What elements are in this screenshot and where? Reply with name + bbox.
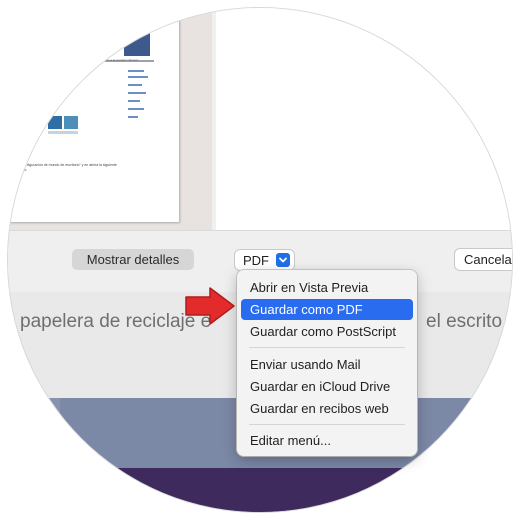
background-band-dark <box>8 468 512 512</box>
menu-item-save-icloud[interactable]: Guardar en iCloud Drive <box>241 376 413 397</box>
thumbnail-image-caption <box>48 131 78 134</box>
thumbnail-image <box>64 116 78 129</box>
menu-separator <box>249 424 405 425</box>
thumb-line <box>128 108 144 110</box>
thumb-line <box>128 100 140 102</box>
red-arrow-icon <box>185 287 235 325</box>
menu-item-save-as-postscript[interactable]: Guardar como PostScript <box>241 321 413 342</box>
menu-separator <box>249 347 405 348</box>
menu-item-save-as-pdf[interactable]: Guardar como PDF <box>241 299 413 320</box>
pdf-button-label: PDF <box>243 252 269 268</box>
thumb-line <box>128 92 146 94</box>
preview-area <box>216 8 512 230</box>
thumb-text: rida: <box>20 168 27 172</box>
thumb-line <box>128 70 144 72</box>
cancel-button[interactable]: Cancela <box>455 249 512 270</box>
menu-item-send-mail[interactable]: Enviar usando Mail <box>241 354 413 375</box>
thumb-line <box>128 116 138 118</box>
pdf-dropdown-menu: Abrir en Vista Previa Guardar como PDF G… <box>237 270 417 456</box>
thumbnail-text-1: fhes a la sección "Temas": <box>104 58 139 62</box>
thumbnail-text-2: "Configuración de mundo de escritorio" y… <box>20 163 170 173</box>
show-details-button[interactable]: Mostrar detalles <box>72 249 194 270</box>
thumbnail-image <box>48 116 62 129</box>
thumb-text: "Configuración de mundo de escritorio" y… <box>20 163 117 167</box>
thumb-line <box>128 76 148 78</box>
menu-item-open-preview[interactable]: Abrir en Vista Previa <box>241 277 413 298</box>
menu-item-save-web-receipts[interactable]: Guardar en recibos web <box>241 398 413 419</box>
pdf-menu-button[interactable]: PDF <box>235 250 294 270</box>
thumbnail-image-top <box>124 30 150 56</box>
chevron-down-icon <box>276 253 290 267</box>
menu-item-edit-menu[interactable]: Editar menú... <box>241 430 413 451</box>
background-text-left: papelera de reciclaje e <box>20 311 212 332</box>
print-dialog: fhes a la sección "Temas": "Configuració… <box>8 8 512 292</box>
background-text-right: el escrito <box>426 311 503 332</box>
page-thumbnail[interactable]: fhes a la sección "Temas": "Configuració… <box>8 8 179 222</box>
thumb-line <box>128 84 142 86</box>
